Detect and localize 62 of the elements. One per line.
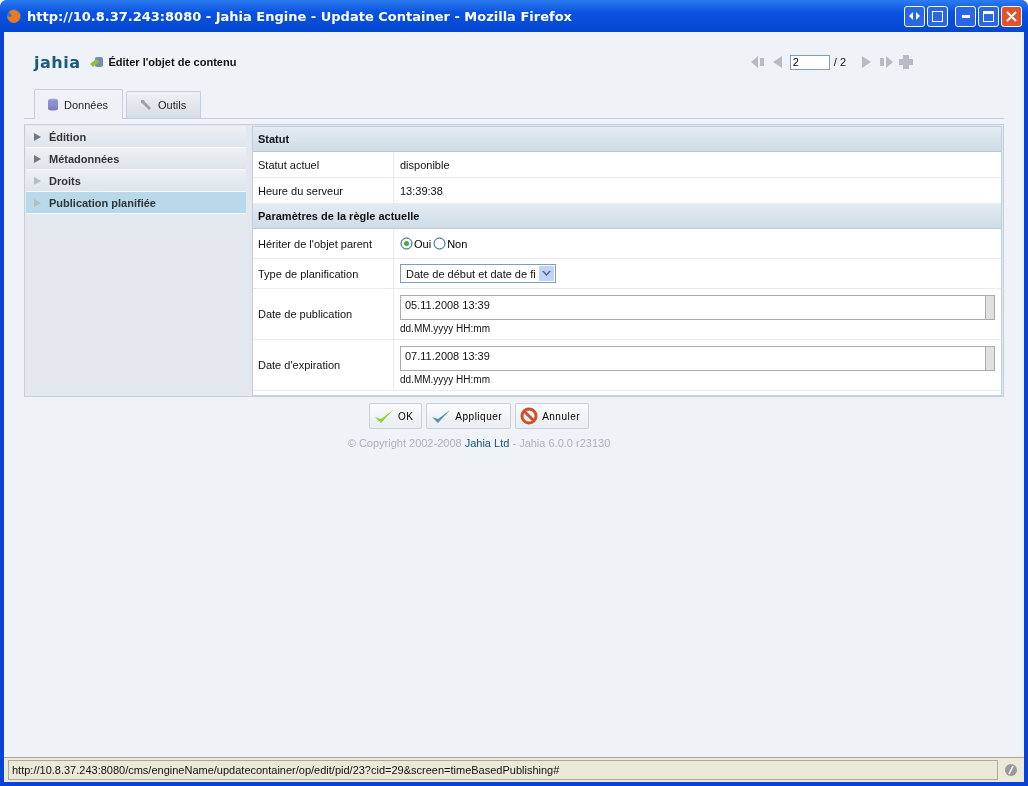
triangle-icon [34,154,41,163]
browser-logo-icon [6,8,22,24]
field-value: disponible [400,158,451,171]
field-label: Date d'expiration [253,340,394,390]
field-label: Type de planification [253,259,394,288]
sidebar-item[interactable]: Édition [26,126,246,148]
field-value: 13:39:38 [400,184,444,197]
triangle-icon [34,198,41,207]
no-entry-icon [520,407,539,425]
section-header: Statut [253,127,1001,152]
radio-button[interactable] [433,237,447,250]
radio-option[interactable]: Oui [400,237,432,250]
page-total: / 2 [833,56,846,68]
sidebar-item[interactable]: Publication planifiée [26,192,246,214]
checkmark-icon [431,408,452,424]
editor-title: Éditer l'objet de contenu [108,56,237,68]
field-label: Statut actuel [253,152,394,177]
maximize-button[interactable] [978,5,999,27]
calendar-button[interactable] [985,294,995,320]
window-icon [932,10,943,22]
maximize-icon [983,10,994,22]
logo: jahia [34,52,81,72]
checkmark-icon [373,408,394,424]
sidebar-item[interactable]: Droits [26,170,246,192]
edit-icon [90,55,105,69]
sidebar-item[interactable]: Métadonnées [26,148,246,170]
triangle-icon [34,132,41,141]
version-text: - Jahia 6.0.0 r23130 [512,437,611,449]
status-url: http://10.8.37.243:8080/cms/engineName/updatecontainer/op/edit/pid/23?cid=29&screen=timeBasedPublishing# [8,760,998,780]
copyright-text: © Copyright 2002-2008 [347,437,462,449]
action-button[interactable]: Appliquer [426,403,512,429]
minimize-icon [961,14,970,18]
tab[interactable]: Données [34,89,124,119]
radio-button[interactable] [400,237,413,250]
disabled-icon [1004,763,1018,777]
page-field[interactable]: 2 [789,54,830,70]
dropdown[interactable]: Date de début et date de fi [400,264,556,283]
company-link[interactable]: Jahia Ltd [464,437,510,449]
action-button[interactable]: Annuler [515,403,590,429]
close-icon [1006,10,1017,22]
minimize-button[interactable] [955,5,976,27]
action-button[interactable]: OK [368,403,423,429]
field-label: Heure du serveur [253,178,394,203]
tab[interactable]: Outils [126,91,202,118]
chevron-down-icon [542,270,551,277]
field-label: Hériter de l'objet parent [253,229,394,258]
resize-button[interactable] [904,5,925,27]
format-hint: dd.MM.yyyy HH:mm [400,373,491,385]
triangle-icon [34,176,41,185]
calendar-button[interactable] [985,345,995,371]
date-field[interactable]: 05.11.2008 13:39 [400,294,985,320]
window-title: http://10.8.37.243:8080 - Jahia Engine - Update Container - Mozilla Firefox [27,8,573,24]
arrows-icon [909,12,920,20]
date-field[interactable]: 07.11.2008 13:39 [400,345,985,371]
close-button[interactable] [1001,5,1022,27]
field-label: Date de publication [253,289,394,339]
format-hint: dd.MM.yyyy HH:mm [400,322,491,334]
section-header: Paramètres de la règle actuelle [253,204,1001,229]
database-icon [47,98,59,111]
radio-option[interactable]: Non [433,237,468,250]
wrench-icon [139,98,154,112]
window-button[interactable] [927,5,948,27]
